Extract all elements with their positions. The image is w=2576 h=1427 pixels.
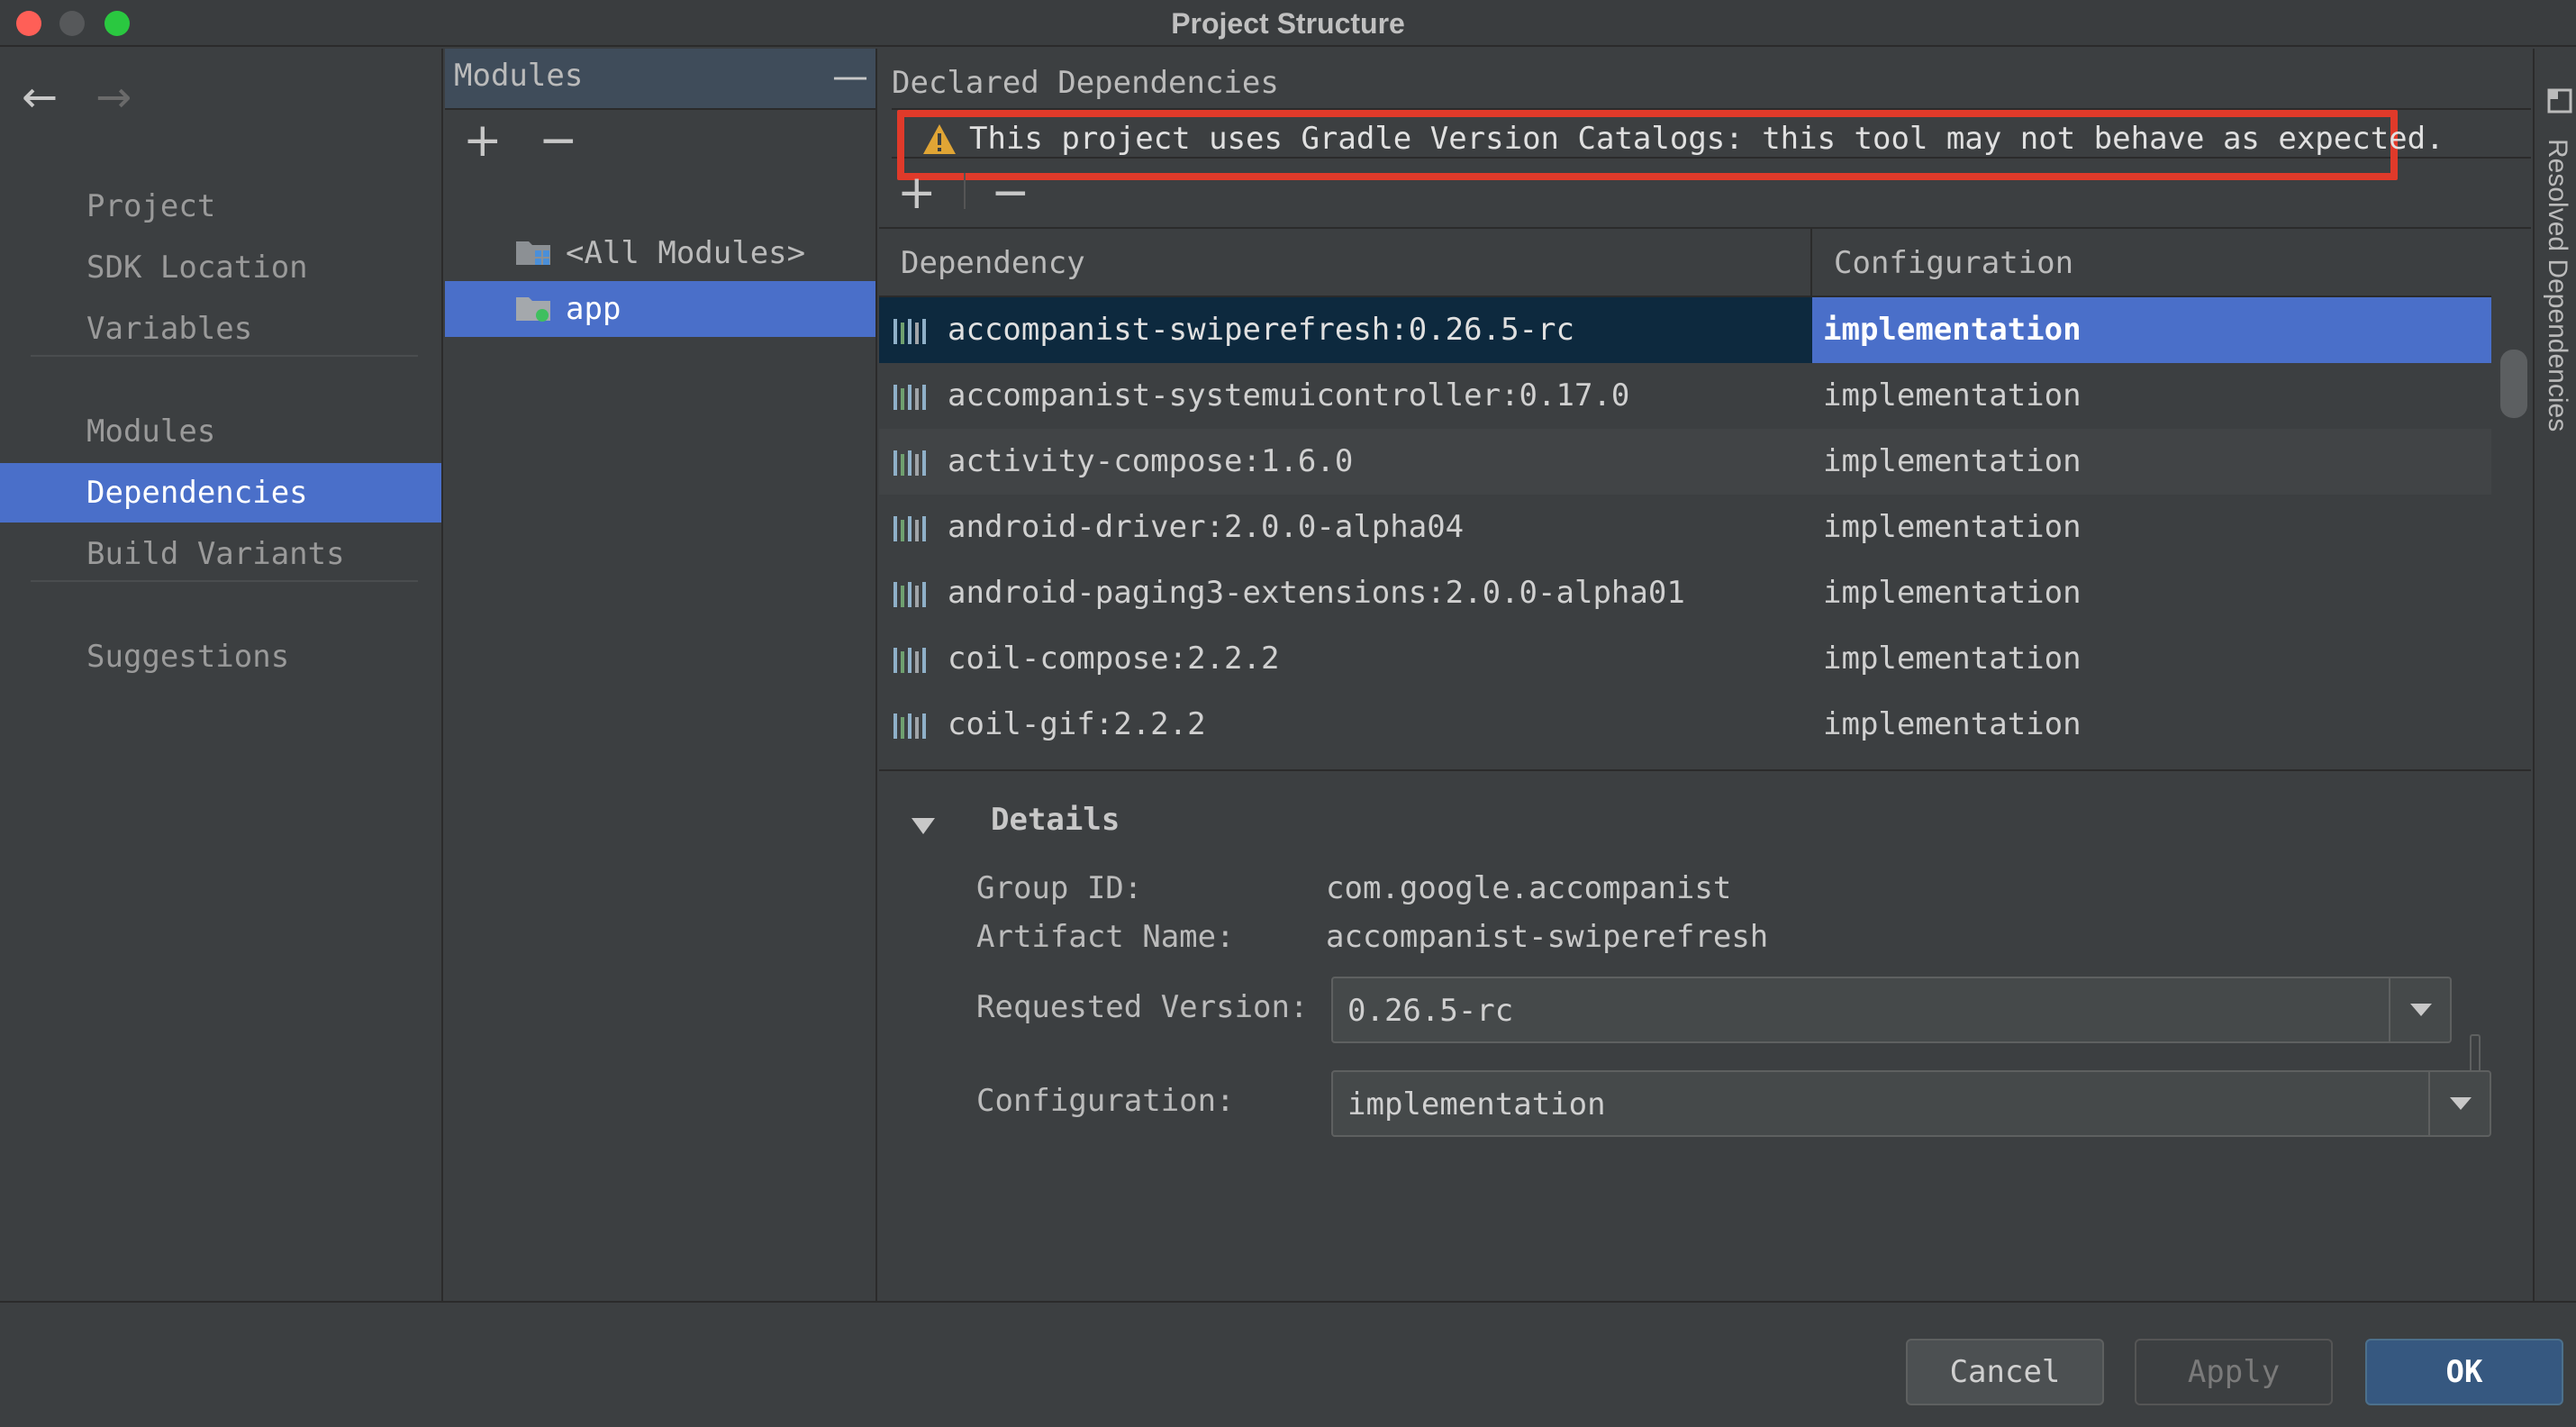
chevron-down-icon[interactable] [910, 813, 937, 840]
cancel-button[interactable]: Cancel [1906, 1339, 2104, 1405]
dialog-footer: Cancel Apply OK [0, 1301, 2576, 1427]
nav-item-sdk-location[interactable]: SDK Location [0, 238, 441, 297]
ok-button[interactable]: OK [2365, 1339, 2563, 1405]
panel-icon [2547, 88, 2572, 114]
window-title: Project Structure [1171, 7, 1405, 40]
table-row[interactable]: android-driver:2.0.0-alpha04 implementati… [879, 495, 2491, 560]
requested-version-value[interactable]: 0.26.5-rc [1347, 993, 1513, 1029]
table-row[interactable]: activity-compose:1.6.0 implementation [879, 429, 2491, 495]
dependency-label: coil-compose:2.2.2 [948, 641, 1280, 677]
table-divider [879, 769, 2531, 771]
add-module-icon[interactable]: + [463, 117, 503, 164]
dependency-toolbar: + − [879, 160, 2531, 229]
configuration-cell[interactable]: implementation [1812, 363, 2491, 429]
forward-arrow-icon[interactable]: → [95, 76, 132, 119]
back-arrow-icon[interactable]: ← [22, 76, 58, 119]
table-row[interactable]: accompanist-swiperefresh:0.26.5-rc implem… [879, 297, 2491, 363]
module-label: <All Modules> [566, 235, 806, 271]
dependency-label: coil-gif:2.2.2 [948, 706, 1206, 742]
group-id-label: Group ID: [976, 870, 1143, 906]
configuration-cell[interactable]: implementation [1812, 560, 2491, 626]
dependency-label: activity-compose:1.6.0 [948, 443, 1354, 479]
nav-item-dependencies[interactable]: Dependencies [0, 463, 441, 523]
library-icon [893, 582, 926, 607]
modules-header: Modules — [445, 49, 875, 110]
dependency-cell[interactable]: coil-gif:2.2.2 [879, 692, 1812, 758]
collapse-icon[interactable]: — [832, 56, 868, 97]
configuration-combo[interactable]: implementation [1331, 1070, 2491, 1137]
artifact-name-value: accompanist-swiperefresh [1326, 919, 1769, 955]
warning-text: This project uses Gradle Version Catalog… [969, 121, 2444, 157]
declared-dependencies-title: Declared Dependencies [892, 65, 1279, 101]
table-row[interactable]: coil-compose:2.2.2 implementation [879, 626, 2491, 692]
warning-icon [923, 124, 956, 154]
nav-item-build-variants[interactable]: Build Variants [0, 524, 441, 584]
chevron-down-icon [2410, 1004, 2432, 1016]
library-icon [893, 385, 926, 410]
dependency-label: android-driver:2.0.0-alpha04 [948, 509, 1465, 545]
nav-item-suggestions[interactable]: Suggestions [0, 627, 441, 686]
dependency-label: android-paging3-extensions:2.0.0-alpha01 [948, 575, 1685, 611]
configuration-cell[interactable]: implementation [1812, 297, 2491, 363]
dependency-cell[interactable]: android-paging3-extensions:2.0.0-alpha01 [879, 560, 1812, 626]
dependencies-table: Dependency Configuration accompanist-swi… [879, 229, 2491, 769]
nav-divider [31, 355, 418, 357]
chevron-down-icon [2450, 1097, 2472, 1110]
module-label: app [566, 291, 621, 327]
details-title: Details [991, 802, 1120, 838]
library-icon [893, 319, 926, 344]
group-id-value: com.google.accompanist [1326, 870, 1732, 906]
configuration-cell[interactable]: implementation [1812, 495, 2491, 560]
nav-divider [31, 580, 418, 582]
module-group-icon [516, 241, 550, 265]
dependency-label: accompanist-swiperefresh:0.26.5-rc [948, 312, 1574, 348]
remove-dependency-icon[interactable]: − [991, 169, 1030, 216]
modules-panel: Modules — + − <All Modules> app [445, 49, 877, 1301]
requested-version-dropdown-button[interactable] [2389, 978, 2450, 1041]
column-header-configuration[interactable]: Configuration [1812, 229, 2491, 297]
modules-title: Modules [454, 58, 584, 94]
configuration-cell[interactable]: implementation [1812, 626, 2491, 692]
settings-nav: ← → Project SDK Location Variables Modul… [0, 49, 443, 1301]
library-icon [893, 648, 926, 673]
requested-version-label: Requested Version: [976, 989, 1309, 1025]
dependency-cell[interactable]: activity-compose:1.6.0 [879, 429, 1812, 495]
table-row[interactable]: accompanist-systemuicontroller:0.17.0 imp… [879, 363, 2491, 429]
library-icon [893, 714, 926, 739]
artifact-name-label: Artifact Name: [976, 919, 1235, 955]
dependency-cell[interactable]: accompanist-systemuicontroller:0.17.0 [879, 363, 1812, 429]
table-row[interactable]: coil-gif:2.2.2 implementation [879, 692, 2491, 758]
configuration-cell[interactable]: implementation [1812, 692, 2491, 758]
resolved-dependencies-tab[interactable]: Resolved Dependencies [2533, 49, 2576, 1301]
nav-item-modules[interactable]: Modules [0, 402, 441, 461]
remove-module-icon[interactable]: − [539, 117, 578, 164]
table-scrollbar-thumb[interactable] [2500, 350, 2527, 418]
resolved-dependencies-label: Resolved Dependencies [2543, 139, 2572, 432]
declared-dependencies-panel: Declared Dependencies This project uses … [879, 49, 2531, 1301]
library-icon [893, 516, 926, 541]
table-row[interactable]: android-paging3-extensions:2.0.0-alpha01… [879, 560, 2491, 626]
dependency-label: accompanist-systemuicontroller:0.17.0 [948, 377, 1630, 414]
configuration-value[interactable]: implementation [1347, 1086, 1606, 1123]
apply-button[interactable]: Apply [2135, 1339, 2333, 1405]
module-item-app[interactable]: app [445, 281, 875, 337]
configuration-label: Configuration: [976, 1083, 1235, 1119]
dependency-cell[interactable]: coil-compose:2.2.2 [879, 626, 1812, 692]
module-item-all-modules[interactable]: <All Modules> [445, 225, 875, 281]
configuration-dropdown-button[interactable] [2428, 1072, 2490, 1135]
toolbar-divider [964, 173, 966, 209]
add-dependency-icon[interactable]: + [897, 169, 937, 216]
title-bar: Project Structure [0, 0, 2576, 47]
nav-item-project[interactable]: Project [0, 177, 441, 236]
configuration-cell[interactable]: implementation [1812, 429, 2491, 495]
dependency-cell[interactable]: accompanist-swiperefresh:0.26.5-rc [879, 297, 1812, 363]
library-icon [893, 450, 926, 476]
module-folder-icon [516, 297, 550, 322]
column-header-dependency[interactable]: Dependency [879, 229, 1812, 297]
dependency-cell[interactable]: android-driver:2.0.0-alpha04 [879, 495, 1812, 560]
requested-version-combo[interactable]: 0.26.5-rc [1331, 977, 2452, 1043]
nav-item-variables[interactable]: Variables [0, 299, 441, 359]
